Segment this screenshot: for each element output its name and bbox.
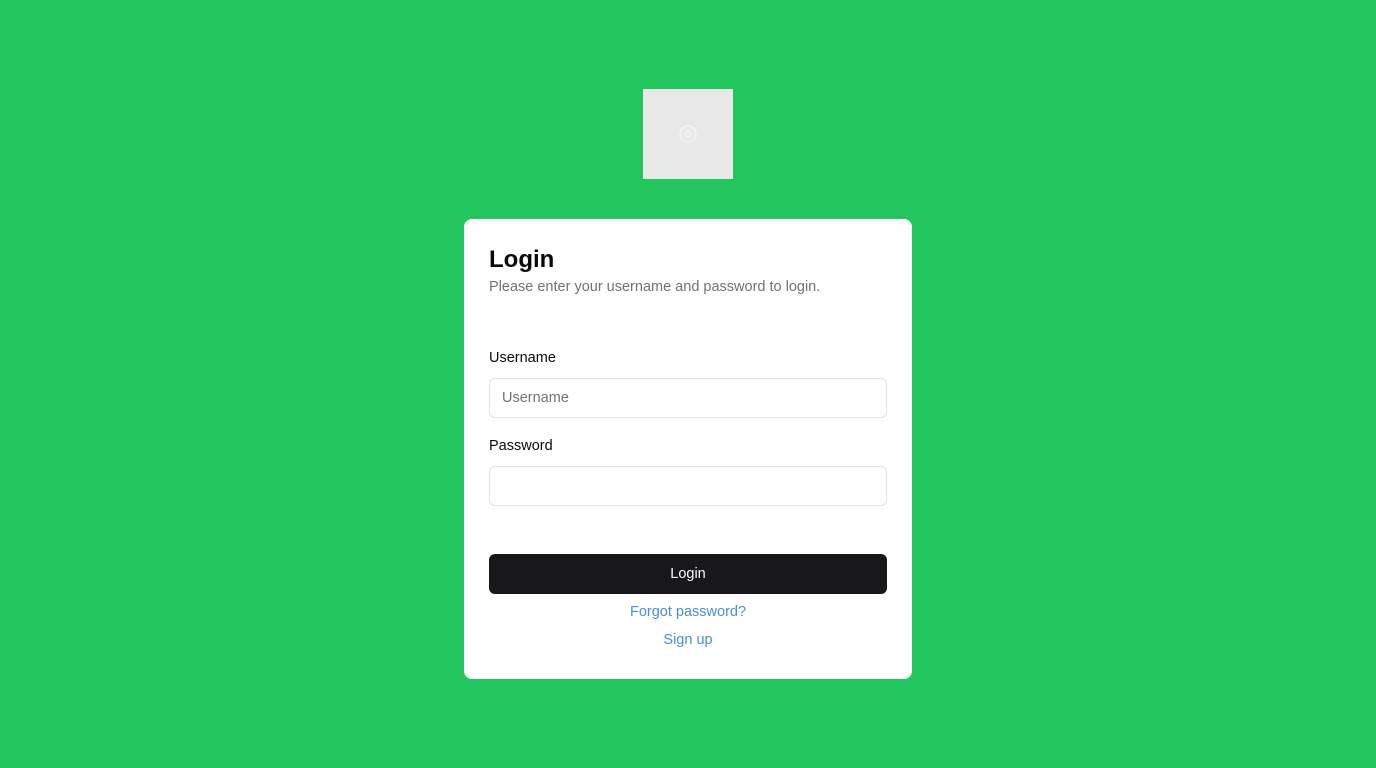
forgot-password-link[interactable]: Forgot password?	[489, 602, 887, 622]
username-input[interactable]	[489, 378, 887, 418]
logo-placeholder-icon	[678, 124, 698, 144]
login-card: Login Please enter your username and pas…	[464, 219, 912, 679]
password-label: Password	[489, 438, 553, 454]
sign-up-link[interactable]: Sign up	[489, 630, 887, 650]
page-title: Login	[489, 246, 555, 273]
logo	[643, 89, 733, 179]
password-input[interactable]	[489, 466, 887, 506]
page-subtitle: Please enter your username and password …	[489, 279, 821, 295]
username-label: Username	[489, 350, 556, 366]
login-button[interactable]: Login	[489, 554, 887, 594]
